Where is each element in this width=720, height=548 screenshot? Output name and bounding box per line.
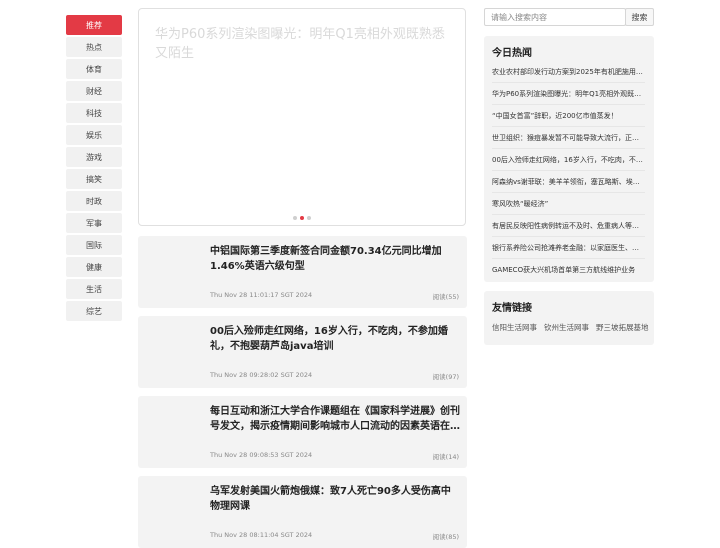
nav-item[interactable]: 体育 [66, 59, 122, 79]
article-read-count: 阅读(97) [432, 373, 459, 381]
article-card[interactable]: 00后入殓师走红网络，16岁入行，不吃肉，不参加婚礼，不抱婴葫芦岛java培训 … [138, 316, 467, 388]
hot-news-item[interactable]: “中国女首富”辞职，近200亿市值蒸发！ [492, 105, 645, 127]
search-button[interactable]: 搜索 [625, 8, 654, 26]
hot-news-item[interactable]: GAMECO获大兴机场首单第三方航线维护业务 [492, 259, 645, 281]
hot-news-item[interactable]: 世卫组织：猴痘暴发暂不可能导致大流行，正在评估 [492, 127, 645, 149]
carousel-indicators [293, 216, 311, 220]
article-date: Thu Nov 28 11:01:17 SGT 2024 [210, 291, 313, 299]
nav-item[interactable]: 搞笑 [66, 169, 122, 189]
friend-link[interactable]: 信阳生活网事 [492, 322, 537, 333]
hot-news-item[interactable]: 银行系养险公司抢滩养老金融：以家庭医生、养老社区为抓手 [492, 237, 645, 259]
article-title[interactable]: 中铝国际第三季度新签合同金额70.34亿元同比增加1.46%英语六级句型 [210, 244, 460, 274]
nav-item[interactable]: 科技 [66, 103, 122, 123]
friend-link[interactable]: 钦州生活网事 [544, 322, 589, 333]
hot-news-item[interactable]: 寒风吹热“暖经济” [492, 193, 645, 215]
nav-item[interactable]: 财经 [66, 81, 122, 101]
friend-links-panel: 友情链接 信阳生活网事 钦州生活网事 野三坡拓展基地 [484, 291, 654, 345]
nav-item[interactable]: 国际 [66, 235, 122, 255]
article-title[interactable]: 每日互动和浙江大学合作课题组在《国家科学进展》创刊号发文，揭示疫情期间影响城市人… [210, 404, 460, 434]
banner-title[interactable]: 华为P60系列渲染图曝光：明年Q1亮相外观既熟悉又陌生 [155, 25, 455, 63]
hot-news-title: 今日热闻 [492, 48, 532, 59]
article-title[interactable]: 00后入殓师走红网络，16岁入行，不吃肉，不参加婚礼，不抱婴葫芦岛java培训 [210, 324, 460, 354]
article-date: Thu Nov 28 09:28:02 SGT 2024 [210, 371, 313, 379]
nav-item[interactable]: 综艺 [66, 301, 122, 321]
article-card[interactable]: 中铝国际第三季度新签合同金额70.34亿元同比增加1.46%英语六级句型 Thu… [138, 236, 467, 308]
article-read-count: 阅读(55) [432, 293, 459, 301]
article-date: Thu Nov 28 09:08:53 SGT 2024 [210, 451, 313, 459]
hot-news-item[interactable]: 有居民反映阳性病例转运不及时、危重病人等待时间过长 [492, 215, 645, 237]
article-read-count: 阅读(14) [432, 453, 459, 461]
article-date: Thu Nov 28 08:11:04 SGT 2024 [210, 531, 313, 539]
nav-item[interactable]: 军事 [66, 213, 122, 233]
hot-news-item[interactable]: 00后入殓师走红网络，16岁入行，不吃肉，不参加婚礼 [492, 149, 645, 171]
nav-item[interactable]: 健康 [66, 257, 122, 277]
search-input[interactable] [484, 8, 626, 26]
carousel-dot-1[interactable] [293, 216, 297, 220]
carousel-dot-2[interactable] [300, 216, 304, 220]
article-card[interactable]: 每日互动和浙江大学合作课题组在《国家科学进展》创刊号发文，揭示疫情期间影响城市人… [138, 396, 467, 468]
friend-link[interactable]: 野三坡拓展基地 [596, 322, 649, 333]
article-title[interactable]: 乌军发射美国火箭炮俄媒：致7人死亡90多人受伤高中物理网课 [210, 484, 460, 514]
nav-item[interactable]: 游戏 [66, 147, 122, 167]
banner-carousel[interactable]: 华为P60系列渲染图曝光：明年Q1亮相外观既熟悉又陌生 [138, 8, 466, 226]
carousel-dot-3[interactable] [307, 216, 311, 220]
nav-item[interactable]: 时政 [66, 191, 122, 211]
hot-news-list: 农业农村部印发行动方案到2025年有机肥施用面积增加5%华为P60系列渲染图曝光… [492, 61, 645, 281]
hot-news-item[interactable]: 华为P60系列渲染图曝光：明年Q1亮相外观既熟悉又陌生 [492, 83, 645, 105]
nav-item[interactable]: 娱乐 [66, 125, 122, 145]
nav-item[interactable]: 热点 [66, 37, 122, 57]
friend-links-list: 信阳生活网事 钦州生活网事 野三坡拓展基地 [492, 322, 649, 333]
friend-links-title: 友情链接 [492, 303, 532, 314]
hot-news-item[interactable]: 阿森纳vs谢菲联：美羊羊领衔，塞瓦略斯、埃及人首发 [492, 171, 645, 193]
nav-item[interactable]: 推荐 [66, 15, 122, 35]
nav-item[interactable]: 生活 [66, 279, 122, 299]
hot-news-item[interactable]: 农业农村部印发行动方案到2025年有机肥施用面积增加5% [492, 61, 645, 83]
article-card[interactable]: 乌军发射美国火箭炮俄媒：致7人死亡90多人受伤高中物理网课 Thu Nov 28… [138, 476, 467, 548]
hot-news-panel: 今日热闻 农业农村部印发行动方案到2025年有机肥施用面积增加5%华为P60系列… [484, 36, 654, 282]
category-nav: 推荐 热点 体育 财经 科技 娱乐 游戏 搞笑 时政 军事 国际 健康 生活 综艺 [66, 15, 122, 323]
